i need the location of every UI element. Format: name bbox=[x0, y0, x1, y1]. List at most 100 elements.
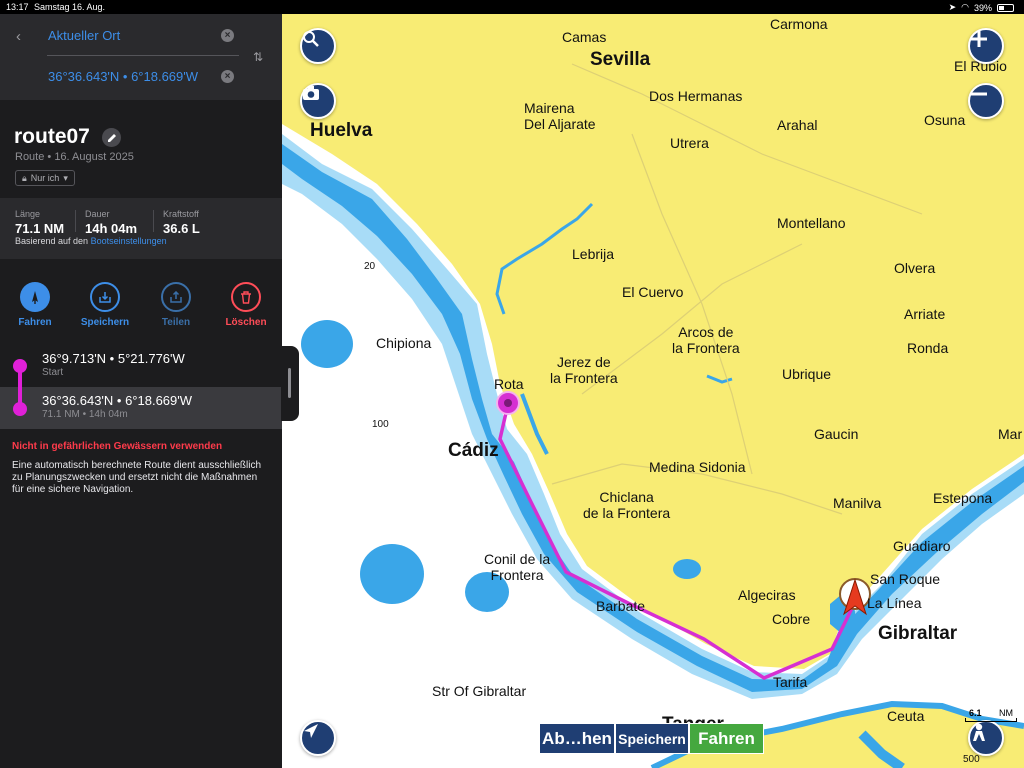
action-label: Speichern bbox=[80, 317, 130, 328]
place-label: Lebrija bbox=[572, 246, 615, 262]
route-search: ‹ Aktueller Ort × 36°36.643'N • 6°18.669… bbox=[0, 14, 282, 100]
search-icon bbox=[303, 31, 319, 47]
depth-label: 500 bbox=[963, 754, 980, 765]
place-label: Medina Sidonia bbox=[649, 459, 746, 475]
scale-value: 6.1 bbox=[969, 708, 982, 718]
divider bbox=[47, 55, 239, 56]
action-label: Fahren bbox=[18, 317, 52, 328]
drive-action[interactable]: Fahren bbox=[0, 282, 70, 328]
warning-title: Nicht in gefährlichen Gewässern verwende… bbox=[12, 441, 223, 452]
place-label: Algeciras bbox=[738, 587, 796, 603]
place-label: Utrera bbox=[670, 135, 709, 151]
place-label: Huelva bbox=[310, 120, 373, 141]
status-date: Samstag 16. Aug. bbox=[34, 2, 106, 12]
share-action[interactable]: Teilen bbox=[141, 282, 211, 328]
navigate-icon bbox=[20, 282, 50, 312]
place-label: Sevilla bbox=[590, 49, 651, 70]
chevron-down-icon: ▾ bbox=[63, 172, 68, 183]
place-label: El Cuervo bbox=[622, 284, 684, 300]
place-label: Chipiona bbox=[376, 335, 432, 351]
boat-profile-button[interactable] bbox=[968, 720, 1004, 756]
stat-duration: Dauer 14h 04m bbox=[85, 209, 137, 236]
place-label: Ubrique bbox=[782, 366, 832, 382]
edit-name-button[interactable] bbox=[102, 128, 121, 147]
place-label: Ronda bbox=[907, 340, 949, 356]
route-action-bar: Ab…hen Speichern Fahren bbox=[539, 723, 764, 754]
chart-map[interactable]: Carmona Camas Sevilla El Rubio Mairena D… bbox=[282, 14, 1024, 768]
visibility-value: Nur ich bbox=[30, 173, 60, 183]
zoom-in-button[interactable] bbox=[968, 28, 1004, 64]
minus-icon bbox=[971, 92, 987, 96]
location-arrow-icon: ➤ bbox=[948, 2, 957, 12]
depth-label: 20 bbox=[364, 261, 376, 272]
route-actions: Fahren Speichern Teilen Löschen bbox=[0, 282, 282, 332]
place-label: Conil de la Frontera bbox=[484, 551, 551, 583]
place-label: Manilva bbox=[833, 495, 882, 511]
visibility-dropdown[interactable]: 🔒︎ Nur ich ▾ bbox=[15, 170, 75, 186]
navigation-arrow-icon bbox=[304, 724, 318, 738]
status-time: 13:17 bbox=[6, 2, 29, 12]
save-route-button[interactable]: Speichern bbox=[615, 723, 689, 754]
camera-button[interactable] bbox=[300, 83, 336, 119]
zoom-out-button[interactable] bbox=[968, 83, 1004, 119]
place-label: Arahal bbox=[777, 117, 818, 133]
stat-label: Kraftstoff bbox=[163, 209, 199, 219]
place-label: Dos Hermanas bbox=[649, 88, 743, 104]
route-name: route07 bbox=[14, 125, 90, 148]
map-scale: 6.1 NM bbox=[965, 708, 1017, 722]
start-dot-icon bbox=[13, 359, 27, 373]
delete-action[interactable]: Löschen bbox=[211, 282, 281, 328]
waypoint-list: 36°9.713'N • 5°21.776'W Start 36°36.643'… bbox=[0, 345, 282, 429]
clear-from-icon[interactable]: × bbox=[221, 29, 234, 42]
place-label: Olvera bbox=[894, 260, 936, 276]
place-label: Guadiaro bbox=[893, 538, 951, 554]
locate-button[interactable] bbox=[300, 720, 336, 756]
place-label: Str Of Gibraltar bbox=[432, 683, 527, 699]
stat-length: Länge 71.1 NM bbox=[15, 209, 64, 236]
person-icon bbox=[973, 723, 985, 741]
place-label: Tarifa bbox=[773, 674, 808, 690]
route-panel: ‹ Aktueller Ort × 36°36.643'N • 6°18.669… bbox=[0, 14, 282, 768]
cancel-route-button[interactable]: Ab…hen bbox=[539, 723, 615, 754]
panel-drag-handle[interactable] bbox=[281, 346, 299, 421]
waypoint-sub: 71.1 NM • 14h 04m bbox=[42, 409, 128, 420]
waypoint-sub: Start bbox=[42, 367, 64, 378]
place-label: La Línea bbox=[867, 595, 922, 611]
status-bar: 13:17 Samstag 16. Aug. ➤ ◠ 39% bbox=[0, 0, 1024, 14]
share-icon bbox=[161, 282, 191, 312]
stat-value: 14h 04m bbox=[85, 221, 138, 236]
wifi-icon: ◠ bbox=[961, 2, 969, 12]
clear-to-icon[interactable]: × bbox=[221, 70, 234, 83]
waypoint-start[interactable]: 36°9.713'N • 5°21.776'W Start bbox=[0, 345, 282, 387]
swap-icon[interactable]: ⇅ bbox=[253, 50, 263, 64]
place-label: Mairena Del Aljarate bbox=[524, 100, 596, 132]
place-label: Gibraltar bbox=[878, 623, 958, 644]
waypoint-end[interactable]: 36°36.643'N • 6°18.669'W 71.1 NM • 14h 0… bbox=[0, 387, 282, 429]
lock-icon: 🔒︎ bbox=[22, 172, 27, 183]
to-field[interactable]: 36°36.643'N • 6°18.669'W bbox=[48, 69, 198, 84]
place-label: Arcos de la Frontera bbox=[672, 324, 740, 356]
save-icon bbox=[90, 282, 120, 312]
back-chevron-icon[interactable]: ‹ bbox=[16, 28, 21, 45]
save-action[interactable]: Speichern bbox=[70, 282, 140, 328]
action-label: Teilen bbox=[161, 317, 191, 328]
stat-label: Dauer bbox=[85, 209, 110, 219]
from-field[interactable]: Aktueller Ort bbox=[48, 28, 120, 43]
stat-value: 71.1 NM bbox=[15, 221, 65, 236]
search-map-button[interactable] bbox=[300, 28, 336, 64]
place-label: San Roque bbox=[870, 571, 941, 587]
place-label: Rota bbox=[494, 376, 524, 392]
start-route-button[interactable]: Fahren bbox=[689, 723, 764, 754]
stat-label: Länge bbox=[15, 209, 41, 219]
place-label: Mar bbox=[998, 426, 1023, 442]
place-label: Carmona bbox=[770, 16, 828, 32]
battery-percent: 39% bbox=[973, 2, 992, 13]
boat-settings-link[interactable]: Bootseinstellungen bbox=[91, 236, 167, 246]
place-label: Camas bbox=[562, 29, 607, 45]
warning-text: Eine automatisch berechnete Route dient … bbox=[12, 460, 262, 495]
place-label: Barbate bbox=[596, 598, 646, 614]
route-stats: Länge 71.1 NM Dauer 14h 04m Kraftstoff 3… bbox=[0, 198, 282, 259]
place-label: Arriate bbox=[904, 306, 946, 322]
place-label: Estepona bbox=[933, 490, 993, 506]
stat-value: 36.6 L bbox=[163, 221, 200, 236]
